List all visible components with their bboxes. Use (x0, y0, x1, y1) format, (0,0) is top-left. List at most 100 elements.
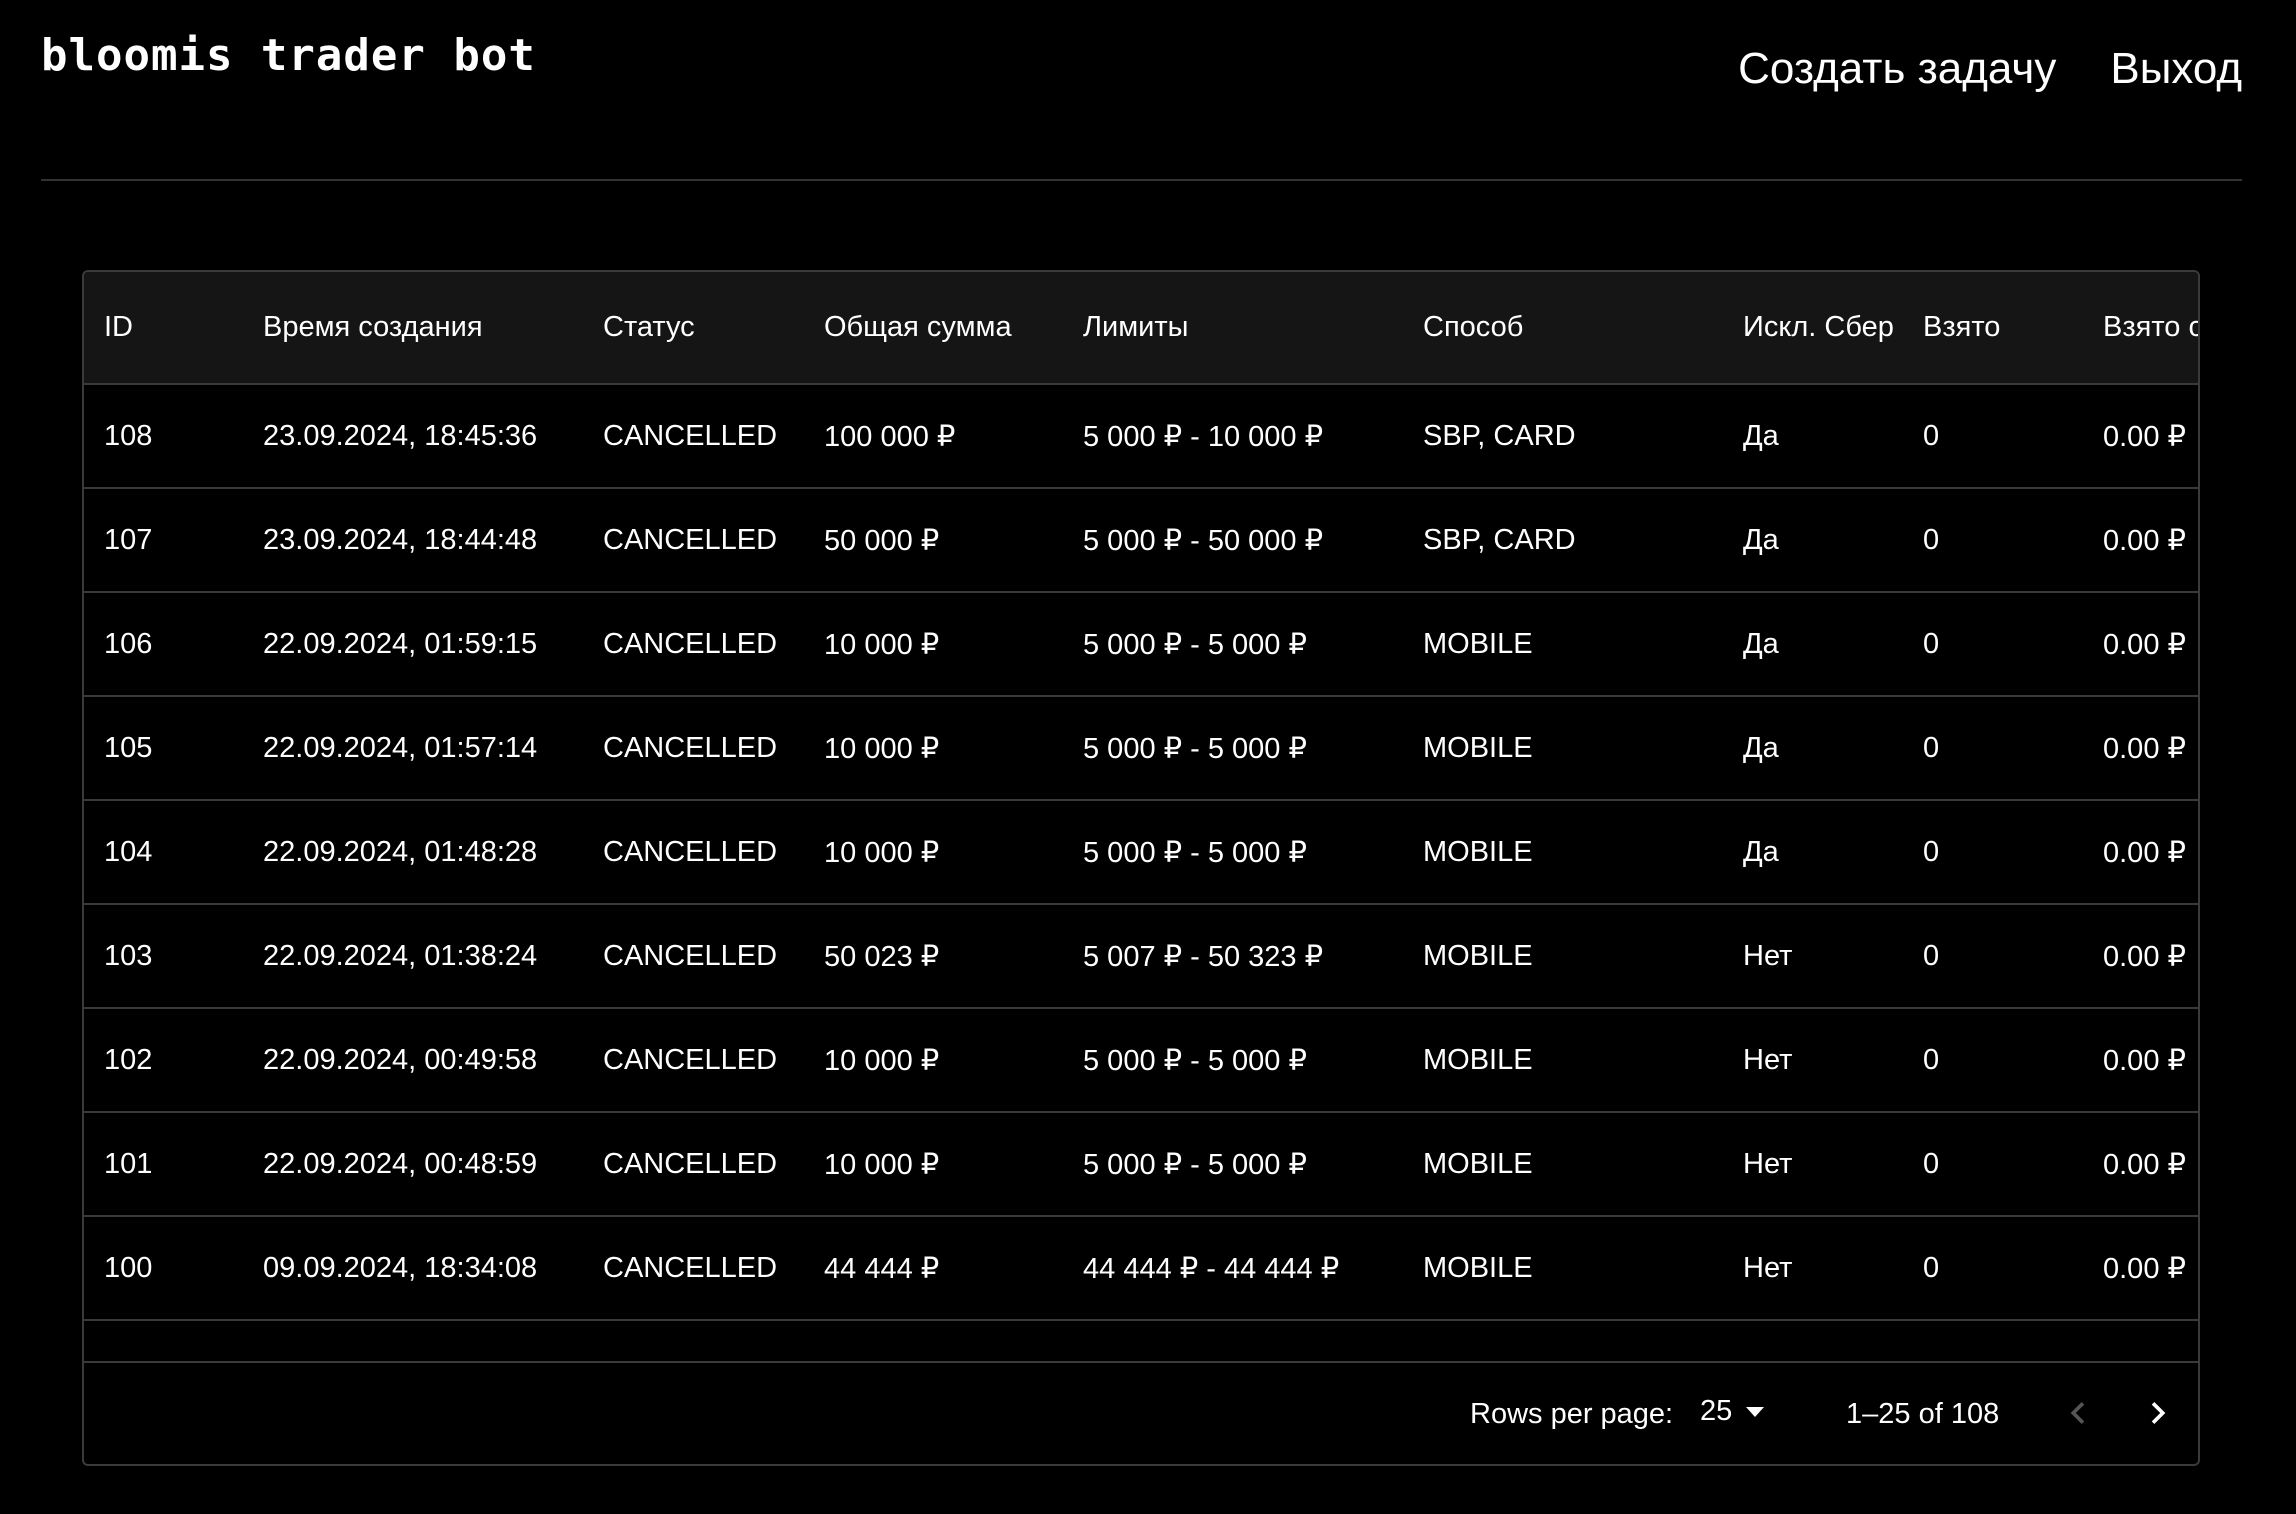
rows-per-page-label: Rows per page: (1470, 1398, 1674, 1430)
top-nav: Создать задачу Выход (1738, 44, 2242, 94)
cell-method: SBP, CARD (1403, 488, 1723, 593)
pagination-range: 1–25 of 108 (1846, 1398, 2000, 1430)
cell-total-amount: 10 000 ₽ (804, 592, 1063, 697)
cell-created-time: 22.09.2024, 00:49:58 (243, 1008, 583, 1113)
cell-limits: 5 000 ₽ - 50 000 ₽ (1063, 488, 1403, 593)
tasks-table-card: ID Время создания Статус Общая сумма Лим… (82, 270, 2200, 1466)
table-row[interactable]: 104 22.09.2024, 01:48:28 CANCELLED 10 000 ₽… (84, 800, 2198, 905)
cell-status: CANCELLED (583, 488, 804, 593)
cell-created-time: 09.09.2024, 18:34:08 (243, 1216, 583, 1321)
cell-total-amount: 50 023 ₽ (804, 904, 1063, 1009)
cell-total-amount: 10 000 ₽ (804, 1008, 1063, 1113)
app-logo: bloomis trader bot (41, 30, 536, 81)
table-row[interactable]: 102 22.09.2024, 00:49:58 CANCELLED 10 000 ₽… (84, 1008, 2198, 1113)
cell-id: 100 (84, 1216, 243, 1321)
logout-link[interactable]: Выход (2110, 44, 2242, 94)
cell-taken-amount: 0.00 ₽ (2083, 904, 2198, 1009)
cell-taken: 0 (1903, 904, 2083, 1009)
create-task-link[interactable]: Создать задачу (1738, 44, 2056, 94)
table-scroll-area[interactable]: ID Время создания Статус Общая сумма Лим… (84, 272, 2198, 1365)
column-header-limits[interactable]: Лимиты (1063, 272, 1403, 385)
cell-created-time: 22.09.2024, 01:57:14 (243, 696, 583, 801)
cell-taken-amount: 0.00 ₽ (2083, 488, 2198, 593)
rows-per-page-value: 25 (1700, 1395, 1733, 1427)
cell-method: MOBILE (1403, 800, 1723, 905)
cell-taken: 0 (1903, 800, 2083, 905)
cell-limits: 5 000 ₽ - 5 000 ₽ (1063, 1112, 1403, 1217)
rows-per-page-select[interactable]: 25 (1700, 1395, 1765, 1428)
cell-id: 102 (84, 1008, 243, 1113)
cell-taken-amount: 0.00 ₽ (2083, 696, 2198, 801)
table-row[interactable]: 108 23.09.2024, 18:45:36 CANCELLED 100 000 … (84, 384, 2198, 489)
column-header-exclude-sber[interactable]: Искл. Сбер (1723, 272, 1903, 385)
column-header-created-time[interactable]: Время создания (243, 272, 583, 385)
table-row-partial (84, 1320, 2198, 1365)
caret-down-icon (1746, 1406, 1765, 1417)
cell-created-time: 22.09.2024, 01:59:15 (243, 592, 583, 697)
cell-method: MOBILE (1403, 1216, 1723, 1321)
cell-total-amount: 10 000 ₽ (804, 696, 1063, 801)
cell-exclude-sber: Да (1723, 800, 1903, 905)
cell-taken-amount: 0.00 ₽ (2083, 800, 2198, 905)
cell-taken-amount: 0.00 ₽ (2083, 1216, 2198, 1321)
cell-exclude-sber: Да (1723, 696, 1903, 801)
column-header-status[interactable]: Статус (583, 272, 804, 385)
cell-id: 101 (84, 1112, 243, 1217)
previous-page-button[interactable] (2056, 1391, 2100, 1435)
cell-id: 106 (84, 592, 243, 697)
cell-taken-amount: 0.00 ₽ (2083, 1008, 2198, 1113)
cell-status: CANCELLED (583, 696, 804, 801)
cell-taken: 0 (1903, 1216, 2083, 1321)
cell-exclude-sber: Нет (1723, 1008, 1903, 1113)
cell-limits: 5 000 ₽ - 5 000 ₽ (1063, 592, 1403, 697)
cell-taken: 0 (1903, 488, 2083, 593)
column-header-taken-amount[interactable]: Взято с (2083, 272, 2198, 385)
table-row[interactable]: 100 09.09.2024, 18:34:08 CANCELLED 44 444 ₽… (84, 1216, 2198, 1321)
cell-total-amount: 10 000 ₽ (804, 800, 1063, 905)
chevron-right-icon (2151, 1402, 2166, 1424)
table-pagination: Rows per page: 25 1–25 of 108 (84, 1361, 2198, 1464)
cell-status: CANCELLED (583, 1216, 804, 1321)
table-row[interactable]: 103 22.09.2024, 01:38:24 CANCELLED 50 023 ₽… (84, 904, 2198, 1009)
cell-total-amount: 100 000 ₽ (804, 384, 1063, 489)
table-row[interactable]: 105 22.09.2024, 01:57:14 CANCELLED 10 000 ₽… (84, 696, 2198, 801)
cell-created-time: 23.09.2024, 18:45:36 (243, 384, 583, 489)
table-header-row: ID Время создания Статус Общая сумма Лим… (84, 272, 2198, 385)
cell-taken-amount: 0.00 ₽ (2083, 384, 2198, 489)
cell-id: 104 (84, 800, 243, 905)
cell-id: 107 (84, 488, 243, 593)
cell-taken-amount: 0.00 ₽ (2083, 592, 2198, 697)
next-page-button[interactable] (2136, 1391, 2180, 1435)
empty-cell (84, 1320, 2198, 1365)
cell-limits: 5 000 ₽ - 5 000 ₽ (1063, 800, 1403, 905)
cell-exclude-sber: Нет (1723, 1216, 1903, 1321)
table-row[interactable]: 107 23.09.2024, 18:44:48 CANCELLED 50 000 ₽… (84, 488, 2198, 593)
cell-status: CANCELLED (583, 592, 804, 697)
cell-method: MOBILE (1403, 696, 1723, 801)
cell-status: CANCELLED (583, 1112, 804, 1217)
cell-id: 105 (84, 696, 243, 801)
tasks-table: ID Время создания Статус Общая сумма Лим… (84, 272, 2198, 1365)
table-row[interactable]: 101 22.09.2024, 00:48:59 CANCELLED 10 000 ₽… (84, 1112, 2198, 1217)
table-row[interactable]: 106 22.09.2024, 01:59:15 CANCELLED 10 000 ₽… (84, 592, 2198, 697)
table-body: 108 23.09.2024, 18:45:36 CANCELLED 100 000 … (84, 384, 2198, 1365)
cell-taken-amount: 0.00 ₽ (2083, 1112, 2198, 1217)
column-header-taken[interactable]: Взято (1903, 272, 2083, 385)
cell-status: CANCELLED (583, 1008, 804, 1113)
cell-exclude-sber: Да (1723, 488, 1903, 593)
cell-limits: 5 000 ₽ - 10 000 ₽ (1063, 384, 1403, 489)
cell-taken: 0 (1903, 384, 2083, 489)
cell-taken: 0 (1903, 1112, 2083, 1217)
app-header: bloomis trader bot Создать задачу Выход (41, 0, 2242, 181)
cell-exclude-sber: Да (1723, 592, 1903, 697)
column-header-method[interactable]: Способ (1403, 272, 1723, 385)
cell-created-time: 22.09.2024, 01:48:28 (243, 800, 583, 905)
column-header-total-amount[interactable]: Общая сумма (804, 272, 1063, 385)
cell-total-amount: 10 000 ₽ (804, 1112, 1063, 1217)
cell-total-amount: 50 000 ₽ (804, 488, 1063, 593)
cell-total-amount: 44 444 ₽ (804, 1216, 1063, 1321)
cell-method: SBP, CARD (1403, 384, 1723, 489)
cell-limits: 44 444 ₽ - 44 444 ₽ (1063, 1216, 1403, 1321)
column-header-id[interactable]: ID (84, 272, 243, 385)
cell-exclude-sber: Нет (1723, 904, 1903, 1009)
